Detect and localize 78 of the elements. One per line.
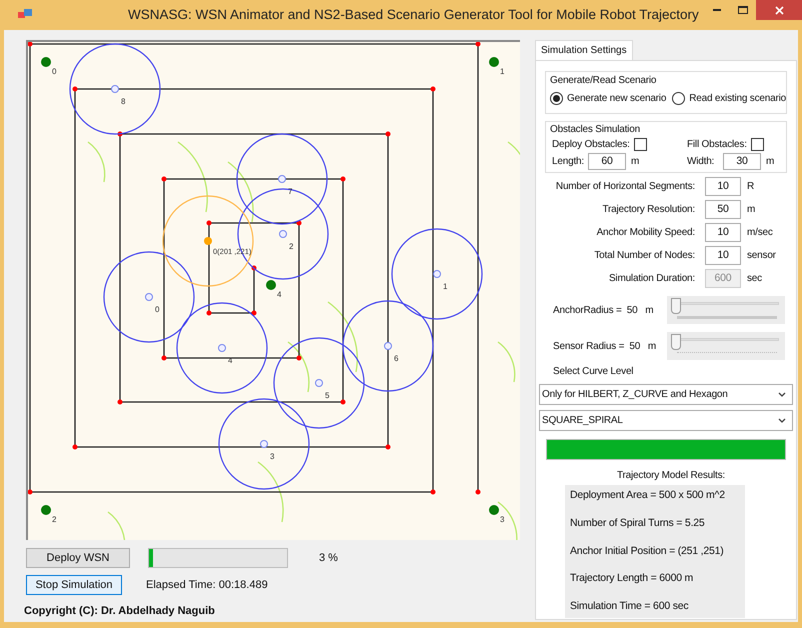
input-field[interactable]: 30 [723,153,761,170]
input-field[interactable]: 60 [588,153,626,170]
field-label: Length: [552,155,585,169]
results-title: Trajectory Model Results: [617,469,725,483]
app-icon [18,9,32,21]
checkbox-label: Deploy Obstacles: [552,138,630,152]
field-label: Width: [687,155,716,169]
input-field[interactable]: 10 [705,246,741,265]
group-title: Obstacles Simulation [550,123,641,137]
result-line: Trajectory Length = 6000 m [570,571,694,586]
checkbox[interactable] [634,138,647,151]
unit-label: sensor [747,249,776,263]
param-label: Simulation Duration: [608,272,695,286]
anchor-node [489,505,499,515]
slider-label: AnchorRadius = 50 m [552,304,654,318]
checkbox[interactable] [750,138,764,151]
unit-label: R [747,180,754,194]
dropdown-value: SQUARE_SPIRAL [542,414,624,428]
node-label: 4 [277,290,282,299]
dropdown[interactable]: SQUARE_SPIRAL [539,410,793,431]
input-field[interactable]: 50 [705,200,741,219]
node-label: 2 [289,242,294,251]
node-label: 1 [500,67,504,76]
anchor-node [489,57,499,67]
anchor-node [266,280,276,290]
checkbox-label: Fill Obstacles: [687,138,747,152]
unit-label: sec [747,272,762,286]
slider-thumb[interactable] [671,298,681,314]
node-label: 0 [155,305,160,314]
curve-level-label: Select Curve Level [553,365,634,379]
unit-label: m [631,155,640,169]
node-label: 3 [500,515,504,524]
node-label: 4 [228,356,232,365]
radio-label: Read existing scenario [689,92,786,106]
settings-tab[interactable]: Simulation Settings [535,40,633,60]
unit-label: m [747,203,756,217]
result-line: Anchor Initial Position = (251 ,251) [570,544,725,558]
input-field: 600 [705,269,741,288]
node-label: 5 [325,391,330,400]
slider[interactable] [667,332,785,360]
anchor-node [41,57,51,67]
node-label: 8 [121,97,126,106]
progress-percent: 3 % [319,550,338,566]
param-label: Total Number of Nodes: [593,249,695,263]
radio-button[interactable] [550,92,563,105]
copyright-text: Copyright (C): Dr. Abdelhady Naguib [24,604,216,619]
window-title: WSNASG: WSN Animator and NS2-Based Scenario Generator Tool for Mobile Robot Trajectory [128,6,699,24]
node-label: 2 [52,515,56,524]
slider-thumb[interactable] [671,334,681,350]
chevron-down-icon [778,392,786,397]
input-field[interactable]: 10 [705,177,741,196]
chevron-down-icon [778,418,786,423]
anchor-node [41,505,51,515]
dropdown[interactable]: Only for HILBERT, Z_CURVE and Hexagon [539,384,793,405]
deploy-button[interactable]: Deploy WSN [26,548,130,568]
dropdown-value: Only for HILBERT, Z_CURVE and Hexagon [542,388,729,402]
close-icon [774,6,784,14]
result-line: Simulation Time = 600 sec [570,599,690,614]
unit-label: m [766,155,774,169]
param-label: Trajectory Resolution: [602,203,695,217]
result-line: Number of Spiral Turns = 5.25 [570,516,706,531]
node-label: 1 [443,282,448,291]
elapsed-time: Elapsed Time: 00:18.489 [146,578,268,593]
slider-label: Sensor Radius = 50 m [552,340,657,354]
param-label: Anchor Mobility Speed: [596,226,695,240]
input-field[interactable]: 10 [705,223,741,242]
slider[interactable] [667,296,785,324]
close-button[interactable] [756,0,802,20]
group-title: Generate/Read Scenario [550,74,658,88]
param-label: Number of Horizontal Segments: [554,180,695,194]
radio-label: Generate new scenario [567,92,666,106]
node-label: 6 [394,354,398,363]
result-line: Deployment Area = 500 x 500 m^2 [570,488,726,503]
node-label: 3 [270,452,274,461]
stop-simulation-button[interactable]: Stop Simulation [26,575,122,595]
radio-button[interactable] [672,92,686,105]
unit-label: m/sec [747,226,773,240]
node-label: 0 [52,67,56,76]
